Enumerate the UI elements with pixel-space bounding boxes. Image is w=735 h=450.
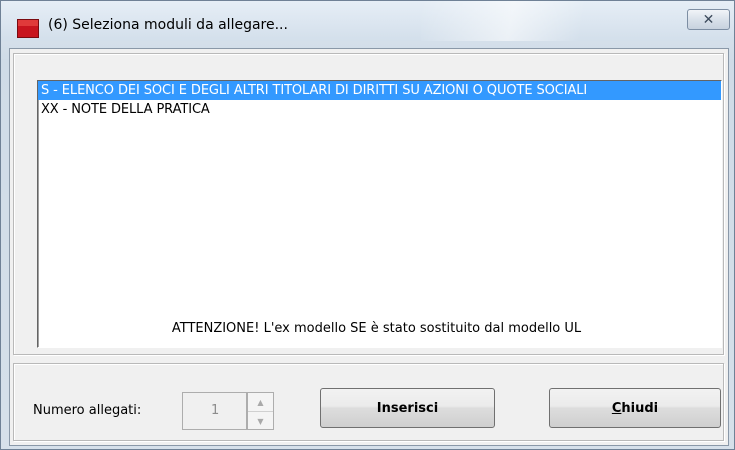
spin-down-arrow-icon[interactable]: ▼ xyxy=(248,412,273,430)
dialog-window: (6) Seleziona moduli da allegare... ✕ S … xyxy=(0,0,735,450)
title-bar[interactable]: (6) Seleziona moduli da allegare... ✕ xyxy=(1,1,734,41)
close-button-mnemonic: C xyxy=(611,400,622,416)
window-title: (6) Seleziona moduli da allegare... xyxy=(48,17,288,33)
dialog-client-area: S - ELENCO DEI SOCI E DEGLI ALTRI TITOLA… xyxy=(9,48,729,446)
list-item-module-s[interactable]: S - ELENCO DEI SOCI E DEGLI ALTRI TITOLA… xyxy=(38,81,721,100)
attachments-count-stepper[interactable]: ▲ ▼ xyxy=(247,392,274,430)
close-button-label: hiudi xyxy=(621,400,659,416)
model-notice: ATTENZIONE! L'ex modello SE è stato sost… xyxy=(171,321,582,336)
attachments-count-label: Numero allegati: xyxy=(33,403,142,418)
list-item-module-xx[interactable]: XX - NOTE DELLA PRATICA xyxy=(38,100,721,119)
close-button[interactable]: Chiudi xyxy=(549,388,721,428)
list-item-label: S - ELENCO DEI SOCI E DEGLI ALTRI TITOLA… xyxy=(41,83,588,98)
spin-up-arrow-icon[interactable]: ▲ xyxy=(248,393,273,412)
close-icon: ✕ xyxy=(702,11,715,28)
close-window-button[interactable]: ✕ xyxy=(687,9,730,30)
insert-button-label: Inserisci xyxy=(376,400,439,416)
attachments-count-input[interactable]: 1 xyxy=(182,392,247,430)
list-item-label: XX - NOTE DELLA PRATICA xyxy=(41,102,210,117)
title-bar-decoration xyxy=(421,1,621,41)
modules-listbox[interactable]: S - ELENCO DEI SOCI E DEGLI ALTRI TITOLA… xyxy=(37,80,722,348)
insert-button[interactable]: Inserisci xyxy=(320,388,495,428)
foto-app-icon xyxy=(17,19,39,38)
